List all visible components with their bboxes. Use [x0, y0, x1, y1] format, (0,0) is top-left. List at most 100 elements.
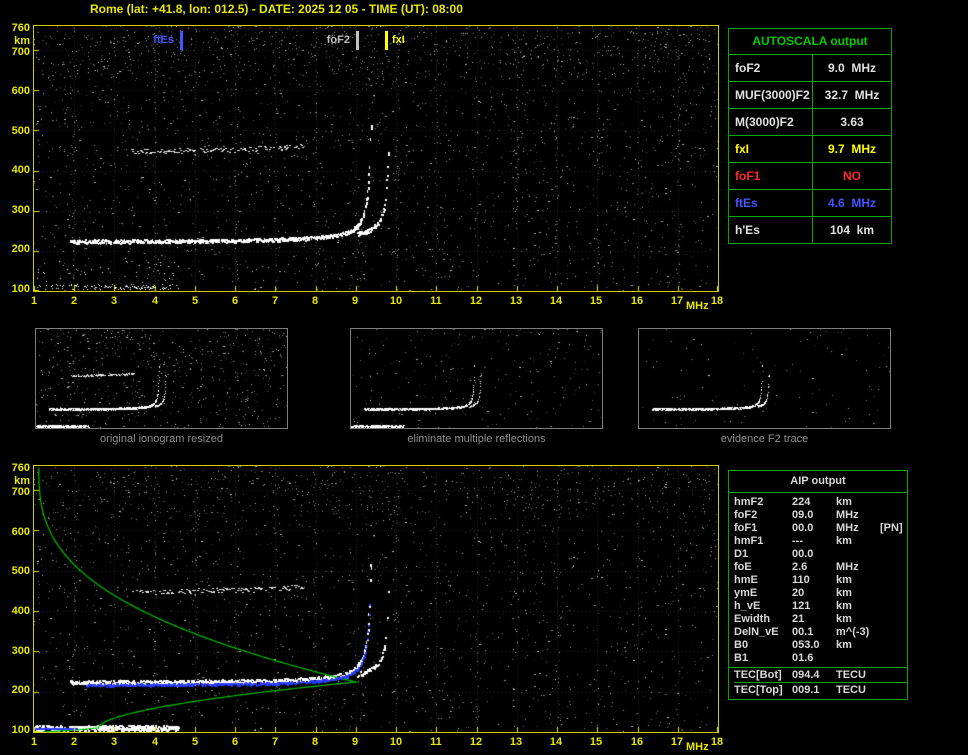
- x-tick-label: 16: [630, 295, 644, 307]
- aip-value: 00.0: [792, 522, 814, 534]
- x-tick-label: 2: [70, 736, 78, 748]
- x-tick-label: 18: [710, 736, 724, 748]
- autoscala-row-ftes: ftEs 4.6 MHz: [729, 190, 891, 217]
- aip-row-D1: D1 00.0: [734, 548, 907, 561]
- thumbnail-canvas-evidence-f2: [639, 329, 890, 428]
- aip-value: 224: [792, 496, 811, 508]
- x-tick-label: 4: [151, 295, 159, 307]
- autoscala-panel-title: AUTOSCALA output: [729, 29, 891, 55]
- aip-row-Ewidth: Ewidth 21 km: [734, 613, 907, 626]
- x-tick-label: 8: [311, 736, 319, 748]
- thumbnail-original-ionogram: [35, 328, 288, 429]
- x-tick-label: 5: [191, 736, 199, 748]
- aip-row-B1: B1 01.6: [734, 652, 907, 665]
- aip-row-ymE: ymE 20 km: [734, 587, 907, 600]
- x-tick-label: 3: [110, 295, 118, 307]
- y-tick-label: 200: [11, 684, 30, 696]
- aip-row-foF2: foF2 09.0 MHz: [734, 509, 907, 522]
- y-tick-label: 200: [11, 243, 30, 255]
- y-tick-label: 500: [11, 125, 30, 137]
- x-tick-label: 3: [110, 736, 118, 748]
- aip-label: TEC[Top]: [734, 684, 783, 696]
- autoscala-row-m3000f2: M(3000)F2 3.63: [729, 109, 891, 136]
- aip-row-B0: B0 053.0 km: [734, 639, 907, 652]
- y-tick-label: 700: [11, 46, 30, 58]
- x-tick-label: 12: [469, 295, 483, 307]
- aip-label: B1: [734, 652, 749, 664]
- top-ionogram-canvas: [34, 26, 718, 291]
- aip-value: [836, 652, 880, 665]
- thumbnail-caption-evidence-f2: evidence F2 trace: [720, 433, 809, 445]
- marker-label-fxI: fxI: [392, 34, 405, 46]
- y-tick-label: 300: [11, 645, 30, 657]
- page-title: Rome (lat: +41.8, lon: 012.5) - DATE: 20…: [90, 2, 463, 16]
- y-tick-label: 300: [11, 204, 30, 216]
- aip-label: foF2: [734, 509, 758, 521]
- x-tick-label: 16: [630, 736, 644, 748]
- aip-row-hmF2: hmF2 224 km: [734, 496, 907, 509]
- aip-value: 20: [792, 587, 805, 599]
- aip-row-foE: foE 2.6 MHz: [734, 561, 907, 574]
- x-tick-label: 10: [389, 736, 403, 748]
- x-tick-label: 7: [271, 736, 279, 748]
- aip-value: 2.6: [792, 561, 808, 573]
- aip-value: [880, 574, 907, 587]
- aip-value: MHz: [836, 509, 859, 521]
- aip-value: [880, 561, 907, 574]
- marker-line-ftEs: [180, 31, 183, 50]
- row-label: h'Es: [729, 217, 813, 243]
- thumbnail-evidence-f2: [638, 328, 891, 429]
- aip-value: 110: [792, 574, 810, 586]
- thumbnail-canvas-original: [36, 329, 287, 428]
- aip-row-TEC[Bot]: TEC[Bot] 094.4 TECU: [734, 669, 907, 682]
- aip-value: [880, 669, 907, 682]
- row-label: foF1: [729, 163, 813, 189]
- x-axis-unit: MHz: [686, 300, 709, 312]
- x-tick-label: 4: [151, 736, 159, 748]
- aip-value: km: [836, 613, 852, 625]
- x-tick-label: 8: [311, 295, 319, 307]
- x-tick-label: 9: [351, 295, 359, 307]
- aip-value: km: [836, 535, 852, 547]
- autoscala-output-panel: AUTOSCALA output foF2 9.0 MHz MUF(3000)F…: [728, 28, 892, 244]
- row-label: ftEs: [729, 190, 813, 216]
- y-tick-label: 760: [11, 22, 30, 34]
- autoscala-row-muf3000f2: MUF(3000)F2 32.7 MHz: [729, 82, 891, 109]
- aip-value: [880, 496, 907, 509]
- thumbnail-caption-original: original ionogram resized: [100, 433, 223, 445]
- aip-value: 00.0: [792, 548, 814, 560]
- aip-value: [880, 639, 907, 652]
- aip-row-foF1: foF1 00.0 MHz [PN]: [734, 522, 907, 535]
- aip-label: DelN_vE: [734, 626, 779, 638]
- row-value: 32.7 MHz: [824, 88, 880, 102]
- row-value: 4.6 MHz: [827, 196, 876, 210]
- row-label: fxI: [729, 136, 813, 162]
- bottom-ionogram-plot: [33, 465, 719, 733]
- x-tick-label: 15: [589, 736, 603, 748]
- y-tick-label: 600: [11, 85, 30, 97]
- y-tick-label: 400: [11, 605, 30, 617]
- aip-value: m^(-3): [836, 626, 870, 638]
- aip-value: [880, 587, 907, 600]
- aip-label: B0: [734, 639, 749, 651]
- y-tick-label: 600: [11, 526, 30, 538]
- aip-row-h_vE: h_vE 121 km: [734, 600, 907, 613]
- x-tick-label: 13: [509, 736, 523, 748]
- autoscala-row-fxi: fxI 9.7 MHz: [729, 136, 891, 163]
- x-tick-label: 18: [710, 295, 724, 307]
- aip-value: [880, 535, 907, 548]
- y-tick-label: 760: [11, 462, 30, 474]
- x-tick-label: 6: [231, 736, 239, 748]
- aip-tec-rows: TEC[Bot] 094.4 TECU TEC[Top] 009.1 TECU: [729, 667, 907, 699]
- y-axis-unit: km: [14, 475, 30, 487]
- x-tick-label: 5: [191, 295, 199, 307]
- autoscala-row-hes: h'Es 104 km: [729, 217, 891, 243]
- aip-value: TECU: [836, 669, 866, 681]
- x-tick-label: 1: [30, 736, 38, 748]
- aip-value: [880, 683, 907, 697]
- row-value: 3.63: [840, 115, 864, 129]
- aip-label: ymE: [734, 587, 758, 599]
- x-tick-label: 15: [589, 295, 603, 307]
- aip-value: TECU: [836, 684, 866, 696]
- y-tick-label: 100: [11, 283, 30, 295]
